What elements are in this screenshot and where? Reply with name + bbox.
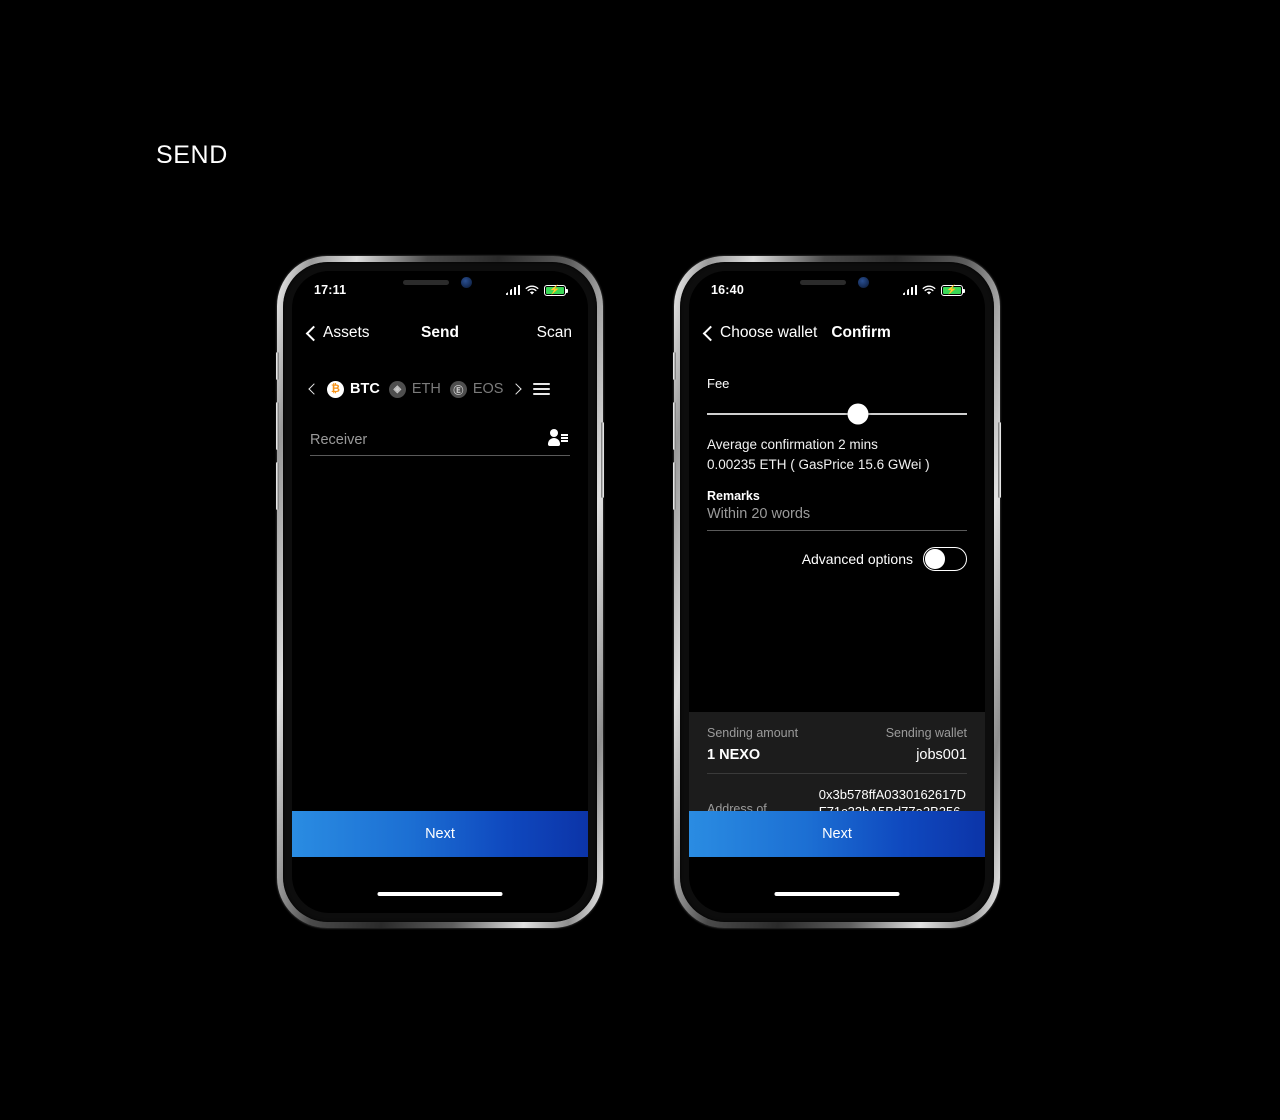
page-title: SEND: [156, 141, 228, 169]
sending-amount-label: Sending amount: [707, 726, 799, 740]
remarks-label: Remarks: [707, 489, 760, 503]
scan-button[interactable]: Scan: [537, 324, 572, 342]
fee-slider-knob[interactable]: [847, 403, 869, 425]
advanced-options-label: Advanced options: [801, 551, 913, 567]
battery-charging-icon: ⚡: [544, 284, 569, 296]
sending-wallet-value: jobs001: [916, 747, 967, 763]
phone-bezel: 16:40 ⚡ Choose wallet Confirm Fee Averag…: [680, 262, 994, 922]
volume-up-button[interactable]: [673, 402, 676, 450]
mute-switch[interactable]: [276, 352, 279, 380]
status-indicators: ⚡: [902, 284, 966, 296]
back-label: Choose wallet: [720, 324, 818, 341]
bitcoin-icon: ₿: [327, 380, 344, 398]
speaker-grille-icon: [800, 280, 846, 285]
ethereum-icon: ◈: [388, 380, 406, 398]
status-time: 16:40: [711, 283, 744, 297]
chevron-right-icon[interactable]: [510, 383, 523, 395]
phone2-next-button[interactable]: Next: [689, 811, 985, 857]
home-indicator[interactable]: [774, 892, 900, 896]
coin-label: EOS: [472, 381, 504, 397]
summary-amount-row: Sending amount 1 NEXO Sending wallet job…: [707, 726, 967, 763]
wifi-icon: [922, 285, 936, 296]
phone2-nav-bar: Choose wallet Confirm: [689, 318, 985, 348]
status-time: 17:11: [314, 283, 347, 297]
coin-selector: ₿ BTC ◈ ETH Ⓔ EOS: [292, 374, 588, 404]
volume-down-button[interactable]: [276, 462, 279, 510]
volume-up-button[interactable]: [276, 402, 279, 450]
mute-switch[interactable]: [673, 352, 676, 380]
menu-icon[interactable]: [533, 383, 551, 395]
coin-label: BTC: [350, 381, 380, 397]
power-button[interactable]: [601, 422, 604, 498]
chevron-left-icon[interactable]: [308, 383, 320, 395]
chevron-left-icon: [305, 325, 322, 341]
speaker-grille-icon: [403, 280, 449, 285]
eos-icon: Ⓔ: [449, 380, 467, 398]
toggle-knob: [925, 549, 945, 569]
phone1-nav-bar: Assets Send Scan: [292, 318, 588, 348]
fee-amount-text: 0.00235 ETH ( GasPrice 15.6 GWei ): [707, 457, 930, 472]
advanced-options-toggle[interactable]: [923, 547, 967, 571]
fee-confirmation-text: Average confirmation 2 mins: [707, 437, 878, 452]
fee-label: Fee: [707, 376, 730, 391]
advanced-options-row: Advanced options: [802, 547, 967, 571]
phone2-page-title: Confirm: [831, 324, 891, 341]
battery-charging-icon: ⚡: [941, 284, 966, 296]
home-indicator[interactable]: [377, 892, 503, 896]
coin-option-eth[interactable]: ◈ ETH: [388, 380, 441, 398]
receiver-field[interactable]: Receiver: [310, 429, 570, 456]
phone-mockup-send: 17:11 ⚡ Assets Send Scan ₿ BTC ◈ ETH Ⓔ E…: [276, 256, 604, 928]
volume-down-button[interactable]: [673, 462, 676, 510]
phone1-screen: 17:11 ⚡ Assets Send Scan ₿ BTC ◈ ETH Ⓔ E…: [292, 271, 588, 913]
back-to-assets-button[interactable]: Assets: [305, 324, 370, 342]
sending-amount-block: Sending amount 1 NEXO: [707, 726, 798, 763]
notch: [762, 271, 912, 296]
power-button[interactable]: [998, 422, 1001, 498]
sending-wallet-label: Sending wallet: [885, 726, 967, 740]
contacts-icon[interactable]: [548, 429, 570, 448]
coin-option-btc[interactable]: ₿ BTC: [327, 380, 380, 398]
sending-amount-value: 1 NEXO: [707, 747, 761, 763]
phone-bezel: 17:11 ⚡ Assets Send Scan ₿ BTC ◈ ETH Ⓔ E…: [283, 262, 597, 922]
front-camera-icon: [461, 277, 472, 288]
back-to-choose-wallet-button[interactable]: Choose wallet: [702, 324, 818, 342]
remarks-input[interactable]: Within 20 words: [707, 506, 967, 522]
summary-divider: [707, 773, 967, 774]
back-label: Assets: [323, 324, 370, 341]
receiver-input[interactable]: Receiver: [310, 432, 548, 448]
coin-label: ETH: [411, 381, 441, 397]
wifi-icon: [525, 285, 539, 296]
phone1-page-title: Send: [421, 324, 459, 341]
notch: [365, 271, 515, 296]
front-camera-icon: [858, 277, 869, 288]
sending-wallet-block: Sending wallet jobs001: [886, 726, 967, 763]
chevron-left-icon: [702, 325, 719, 341]
phone2-screen: 16:40 ⚡ Choose wallet Confirm Fee Averag…: [689, 271, 985, 913]
remarks-field[interactable]: Within 20 words: [707, 506, 967, 531]
phone1-next-button[interactable]: Next: [292, 811, 588, 857]
status-indicators: ⚡: [505, 284, 569, 296]
coin-option-eos[interactable]: Ⓔ EOS: [449, 380, 504, 398]
fee-slider[interactable]: [707, 403, 967, 425]
phone-mockup-confirm: 16:40 ⚡ Choose wallet Confirm Fee Averag…: [673, 256, 1001, 928]
